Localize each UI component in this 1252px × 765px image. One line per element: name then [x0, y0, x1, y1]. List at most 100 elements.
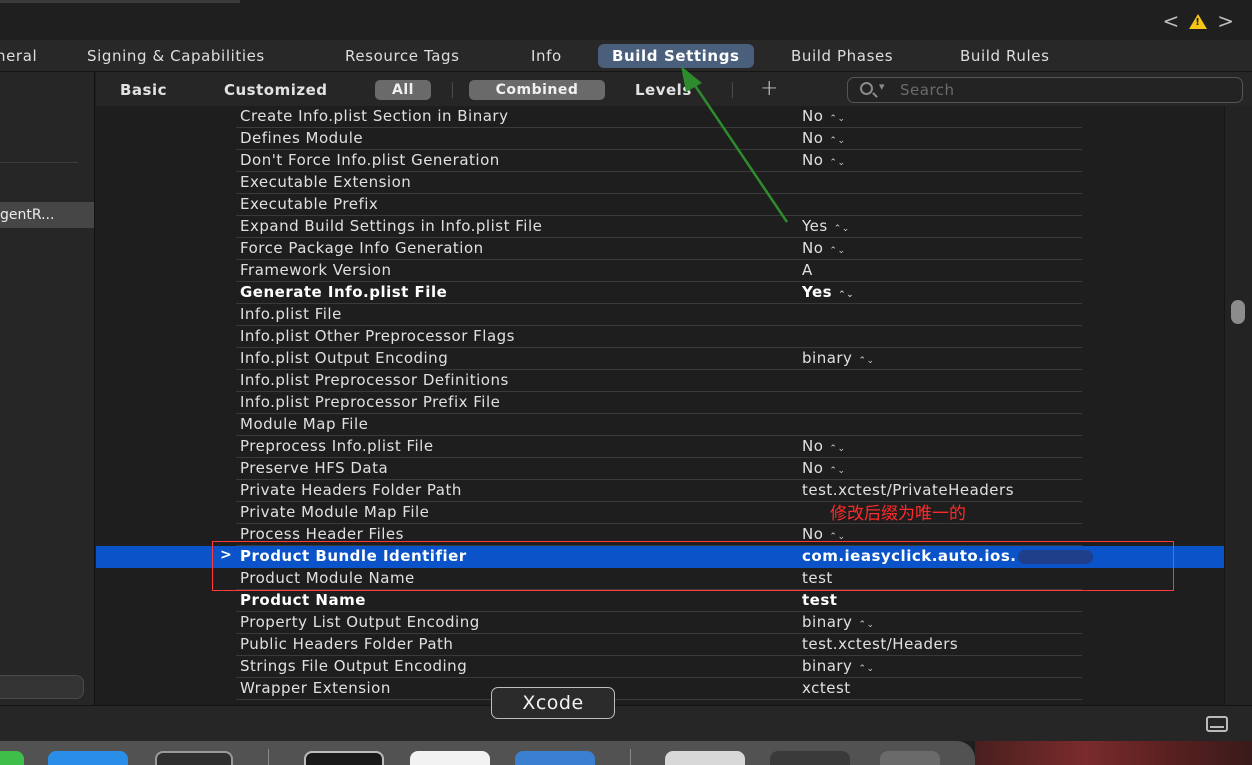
search-input[interactable] [900, 80, 1220, 100]
popup-stepper-icon[interactable]: ⌃⌄ [858, 356, 874, 366]
dock-app-icon[interactable] [48, 751, 128, 765]
setting-value[interactable]: xctest [802, 679, 851, 697]
dock-app-icon[interactable] [665, 751, 745, 765]
setting-row[interactable]: Expand Build Settings in Info.plist File… [96, 216, 1224, 238]
popup-stepper-icon[interactable]: ⌃⌄ [834, 224, 850, 234]
popup-stepper-icon[interactable]: ⌃⌄ [858, 620, 874, 630]
setting-value-text: No [802, 107, 824, 125]
setting-name: Executable Prefix [240, 195, 379, 213]
setting-value[interactable]: A [802, 261, 813, 279]
editor-tab-bar: neral Signing & Capabilities Resource Ta… [0, 40, 1252, 72]
setting-row[interactable]: Module Map File [96, 414, 1224, 436]
setting-name: Preprocess Info.plist File [240, 437, 434, 455]
setting-row[interactable]: Force Package Info Generation No ⌃⌄ [96, 238, 1224, 260]
debug-area-toggle-icon[interactable] [1206, 716, 1228, 732]
setting-name: Defines Module [240, 129, 364, 147]
chevron-down-icon[interactable]: ▾ [879, 80, 885, 93]
dock-app-icon[interactable] [0, 751, 24, 765]
tab-resource-tags[interactable]: Resource Tags [345, 44, 460, 68]
setting-value[interactable]: Yes ⌃⌄ [802, 283, 854, 301]
setting-value[interactable]: No ⌃⌄ [802, 437, 846, 455]
setting-row[interactable]: Property List Output Encoding binary ⌃⌄ [96, 612, 1224, 634]
setting-value-text: test [802, 591, 838, 609]
basic-filter-button[interactable]: Basic [120, 81, 167, 99]
setting-value[interactable]: binary ⌃⌄ [802, 613, 875, 631]
setting-row[interactable]: Info.plist Other Preprocessor Flags [96, 326, 1224, 348]
setting-name: Executable Extension [240, 173, 412, 191]
setting-name: Framework Version [240, 261, 392, 279]
setting-name: Info.plist Preprocessor Definitions [240, 371, 509, 389]
setting-name: Product Name [240, 591, 366, 609]
toolbar-separator [452, 82, 453, 98]
popup-stepper-icon[interactable]: ⌃⌄ [858, 664, 874, 674]
popup-stepper-icon[interactable]: ⌃⌄ [829, 114, 845, 124]
popup-stepper-icon[interactable]: ⌃⌄ [829, 466, 845, 476]
setting-row[interactable]: Strings File Output Encoding binary ⌃⌄ [96, 656, 1224, 678]
popup-stepper-icon[interactable]: ⌃⌄ [838, 290, 854, 300]
tab-signing-capabilities[interactable]: Signing & Capabilities [87, 44, 265, 68]
setting-row[interactable]: Preserve HFS Data No ⌃⌄ [96, 458, 1224, 480]
chevron-right-icon[interactable]: > [1217, 9, 1234, 33]
sidebar-divider [0, 162, 78, 163]
sidebar-item-target[interactable]: gentR... [0, 202, 94, 228]
tab-build-phases[interactable]: Build Phases [791, 44, 893, 68]
setting-row[interactable]: Create Info.plist Section in Binary No ⌃⌄ [96, 106, 1224, 128]
setting-row[interactable]: Private Headers Folder Path test.xctest/P… [96, 480, 1224, 502]
scrollbar-thumb[interactable] [1231, 300, 1245, 324]
search-field[interactable]: ▾ [847, 77, 1243, 103]
setting-value[interactable]: No ⌃⌄ [802, 239, 846, 257]
setting-row[interactable]: Info.plist File [96, 304, 1224, 326]
levels-view-button[interactable]: Levels [635, 81, 692, 99]
setting-row[interactable]: Executable Extension [96, 172, 1224, 194]
dock-app-icon[interactable] [155, 751, 233, 765]
setting-row[interactable]: Info.plist Preprocessor Definitions [96, 370, 1224, 392]
popup-stepper-icon[interactable]: ⌃⌄ [829, 246, 845, 256]
setting-row[interactable]: Framework Version A [96, 260, 1224, 282]
setting-value[interactable]: binary ⌃⌄ [802, 349, 875, 367]
setting-row[interactable]: Preprocess Info.plist File No ⌃⌄ [96, 436, 1224, 458]
xcode-app-icon[interactable] [515, 751, 595, 765]
setting-value[interactable]: Yes ⌃⌄ [802, 217, 850, 235]
setting-name: Expand Build Settings in Info.plist File [240, 217, 543, 235]
popup-stepper-icon[interactable]: ⌃⌄ [829, 444, 845, 454]
setting-value[interactable]: test.xctest/Headers [802, 635, 958, 653]
setting-value[interactable]: No ⌃⌄ [802, 107, 846, 125]
setting-value[interactable]: test.xctest/PrivateHeaders [802, 481, 1014, 499]
setting-row[interactable]: Private Module Map File [96, 502, 1224, 524]
trash-icon[interactable] [880, 751, 940, 765]
tab-build-rules[interactable]: Build Rules [960, 44, 1050, 68]
dock-app-icon[interactable] [770, 751, 850, 765]
setting-row[interactable]: Defines Module No ⌃⌄ [96, 128, 1224, 150]
setting-value[interactable]: No ⌃⌄ [802, 459, 846, 477]
setting-value[interactable]: No ⌃⌄ [802, 151, 846, 169]
setting-row[interactable]: Public Headers Folder Path test.xctest/He… [96, 634, 1224, 656]
setting-value[interactable]: test [802, 591, 837, 609]
add-setting-button[interactable]: + [760, 76, 778, 101]
popup-stepper-icon[interactable]: ⌃⌄ [829, 136, 845, 146]
customized-filter-button[interactable]: Customized [224, 81, 328, 99]
setting-row[interactable]: Wrapper Extension xctest [96, 678, 1224, 700]
tab-general[interactable]: neral [0, 44, 37, 68]
setting-row[interactable]: Info.plist Preprocessor Prefix File [96, 392, 1224, 414]
dock-app-icon[interactable] [410, 751, 490, 765]
sidebar-filter-field[interactable] [0, 675, 84, 699]
setting-name: Info.plist Output Encoding [240, 349, 449, 367]
terminal-app-icon[interactable] [304, 751, 384, 765]
tab-build-settings[interactable]: Build Settings [598, 44, 754, 68]
setting-row[interactable]: Product Name test [96, 590, 1224, 612]
setting-row[interactable]: Don't Force Info.plist Generation No ⌃⌄ [96, 150, 1224, 172]
warning-icon[interactable]: ! [1189, 13, 1208, 29]
activity-progress [0, 0, 240, 3]
setting-row[interactable]: Generate Info.plist File Yes ⌃⌄ [96, 282, 1224, 304]
settings-scrollbar[interactable] [1224, 106, 1252, 705]
combined-view-button[interactable]: Combined [469, 80, 605, 100]
all-filter-button[interactable]: All [375, 80, 431, 100]
setting-row[interactable]: Executable Prefix [96, 194, 1224, 216]
setting-row[interactable]: Info.plist Output Encoding binary ⌃⌄ [96, 348, 1224, 370]
setting-name: Info.plist Other Preprocessor Flags [240, 327, 515, 345]
chevron-left-icon[interactable]: < [1162, 9, 1179, 33]
popup-stepper-icon[interactable]: ⌃⌄ [829, 158, 845, 168]
tab-info[interactable]: Info [531, 44, 562, 68]
setting-value[interactable]: binary ⌃⌄ [802, 657, 875, 675]
setting-value[interactable]: No ⌃⌄ [802, 129, 846, 147]
